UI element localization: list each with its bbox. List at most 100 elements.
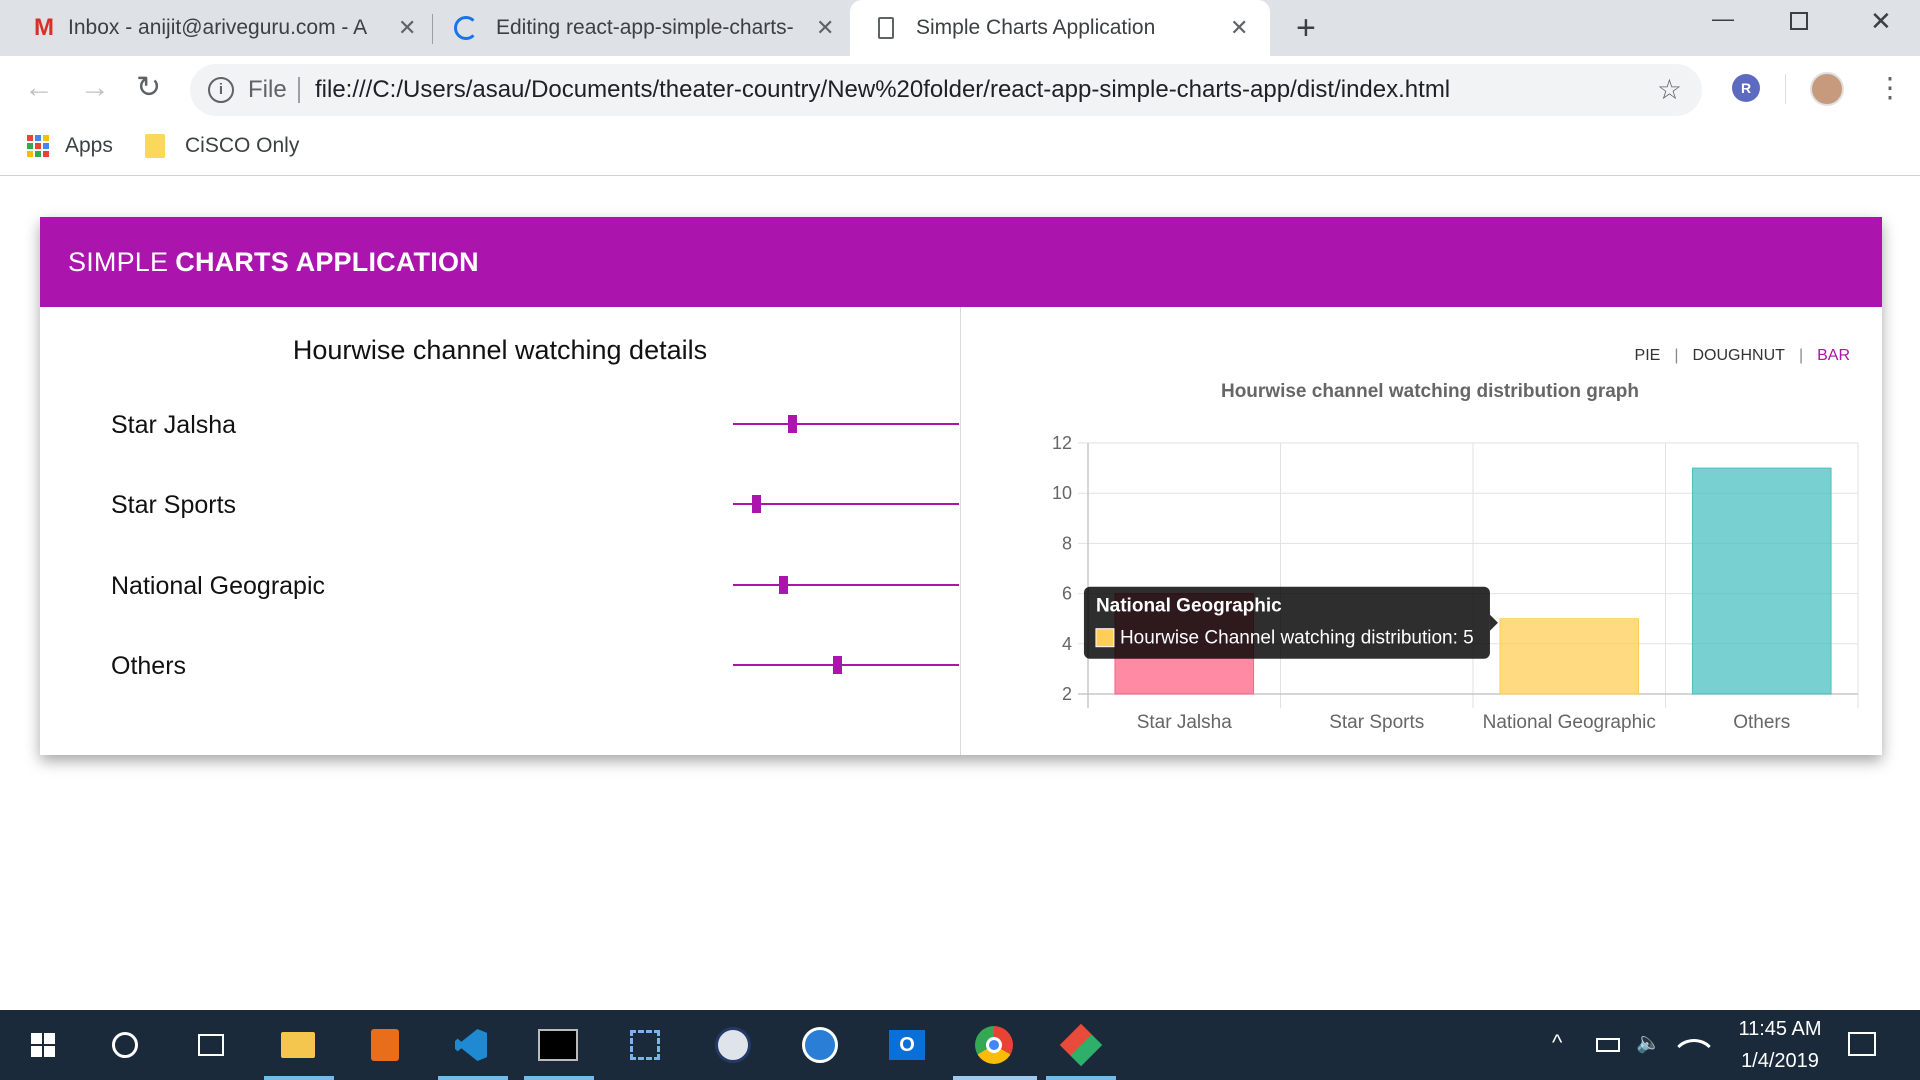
channel-label: Star Sports — [111, 491, 237, 519]
y-tick-label: 6 — [1062, 584, 1072, 604]
windows-start-icon[interactable] — [20, 1022, 66, 1068]
task-view-icon[interactable] — [188, 1022, 234, 1068]
bookmark-label: Apps — [65, 134, 113, 157]
panel-divider — [960, 307, 961, 755]
new-tab-plus-icon[interactable]: + — [1296, 8, 1316, 48]
wifi-icon[interactable] — [1677, 1029, 1711, 1063]
back-icon[interactable]: ← — [24, 70, 54, 106]
header-bold-text: CHARTS APPLICATION — [175, 246, 479, 277]
tab-divider — [432, 14, 433, 44]
file-explorer-icon[interactable] — [275, 1022, 321, 1068]
browser-tab-bar: M Inbox - anijit@ariveguru.com - A ✕ Edi… — [0, 0, 1920, 56]
active-indicator — [524, 1076, 594, 1080]
details-title: Hourwise channel watching details — [292, 335, 708, 365]
bookmarks-bar: Apps CiSCO Only — [0, 124, 1920, 176]
x-tick-label: Star Sports — [1329, 712, 1424, 733]
close-icon[interactable]: ✕ — [816, 15, 834, 41]
lock-icon[interactable] — [710, 1022, 756, 1068]
info-icon[interactable]: i — [208, 77, 234, 103]
volume-icon[interactable]: 🔈 — [1636, 1030, 1661, 1055]
slider-thumb[interactable] — [751, 495, 761, 513]
tab-pie[interactable]: PIE — [1635, 347, 1661, 365]
windows-taskbar: O ^ 🔈 11:45 AM 1/4/2019 — [0, 1010, 1920, 1080]
chart-type-tabs: PIE | DOUGHNUT | BAR — [1635, 347, 1850, 365]
slider-row-national-geographic: National Geograpic — [111, 566, 959, 606]
restore-icon[interactable] — [1790, 12, 1808, 30]
terminal-icon[interactable] — [535, 1022, 581, 1068]
tab-separator: | — [1798, 347, 1804, 364]
bookmark-star-icon[interactable]: ☆ — [1657, 73, 1682, 106]
channel-slider[interactable] — [733, 415, 959, 433]
x-tick-label: National Geographic — [1483, 712, 1656, 733]
menu-dots-icon[interactable]: ⋮ — [1876, 70, 1904, 106]
close-icon[interactable]: ✕ — [398, 15, 416, 41]
extension-icon[interactable]: R — [1732, 74, 1760, 102]
bookmark-label: CiSCO Only — [185, 134, 300, 157]
y-tick-label: 4 — [1062, 634, 1072, 654]
minimize-icon[interactable]: — — [1712, 6, 1734, 32]
slider-thumb[interactable] — [787, 415, 797, 433]
network-icon[interactable] — [622, 1022, 668, 1068]
gmail-icon: M — [34, 14, 54, 41]
bookmark-cisco-only[interactable]: CiSCO Only — [145, 134, 299, 158]
channel-slider[interactable] — [733, 656, 959, 674]
slider-thumb[interactable] — [832, 656, 842, 674]
channel-slider[interactable] — [733, 495, 959, 513]
header-light-text: SIMPLE — [68, 246, 169, 277]
tab-title: Simple Charts Application — [916, 16, 1156, 39]
toolbar-divider — [1785, 74, 1786, 104]
bar — [1499, 618, 1640, 695]
slider-thumb[interactable] — [778, 576, 788, 594]
address-bar[interactable]: i File file:///C:/Users/asau/Documents/t… — [190, 64, 1702, 116]
slider-row-star-sports: Star Sports — [111, 485, 959, 525]
channel-label: Star Jalsha — [111, 411, 237, 439]
outlook-icon[interactable]: O — [884, 1022, 930, 1068]
tab-simple-charts[interactable]: Simple Charts Application ✕ — [850, 0, 1270, 56]
bar — [1691, 467, 1832, 695]
active-indicator — [1046, 1076, 1116, 1080]
url-text[interactable]: file:///C:/Users/asau/Documents/theater-… — [315, 76, 1450, 104]
channel-label: Others — [111, 652, 187, 680]
cortana-icon[interactable] — [102, 1022, 148, 1068]
battery-icon[interactable] — [1596, 1038, 1620, 1052]
x-tick-label: Star Jalsha — [1137, 712, 1232, 733]
y-tick-label: 2 — [1062, 684, 1072, 704]
tooltip-title: National Geographic — [1096, 596, 1282, 617]
clock-date[interactable]: 1/4/2019 — [1720, 1050, 1840, 1073]
profile-avatar[interactable] — [1810, 72, 1844, 106]
forward-icon[interactable]: → — [80, 70, 110, 106]
tab-separator: | — [1674, 347, 1679, 364]
channel-label: National Geograpic — [111, 572, 326, 600]
omnibox-divider — [298, 77, 300, 103]
tab-bar[interactable]: BAR — [1817, 347, 1850, 365]
active-indicator — [438, 1076, 508, 1080]
tray-chevron-icon[interactable]: ^ — [1552, 1030, 1562, 1056]
active-indicator — [264, 1076, 334, 1080]
tab-doughnut[interactable]: DOUGHNUT — [1693, 347, 1785, 365]
browser-toolbar: ← → ↻ i File file:///C:/Users/asau/Docum… — [0, 56, 1920, 124]
vscode-icon[interactable] — [448, 1022, 494, 1068]
channel-slider[interactable] — [733, 576, 959, 594]
messenger-icon[interactable] — [797, 1022, 843, 1068]
y-tick-label: 10 — [1052, 483, 1072, 503]
apps-grid-icon — [27, 135, 49, 157]
git-icon[interactable] — [1058, 1022, 1104, 1068]
clock-time[interactable]: 11:45 AM — [1720, 1018, 1840, 1041]
chrome-icon[interactable] — [971, 1022, 1017, 1068]
chart-title: Hourwise channel watching distribution g… — [1221, 381, 1639, 402]
tooltip-label: Hourwise Channel watching distribution: … — [1120, 628, 1474, 649]
app-card: SIMPLE CHARTS APPLICATION Hourwise chann… — [40, 217, 1882, 755]
reload-icon[interactable]: ↻ — [136, 70, 161, 106]
close-icon[interactable]: ✕ — [1230, 15, 1248, 41]
notifications-icon[interactable] — [1848, 1032, 1876, 1056]
bar-chart: Hourwise channel watching distribution g… — [1052, 381, 1859, 733]
tooltip-swatch — [1095, 628, 1115, 648]
office-icon[interactable] — [362, 1022, 408, 1068]
x-tick-label: Others — [1733, 712, 1790, 733]
bookmark-apps[interactable]: Apps — [27, 134, 113, 158]
page-icon — [878, 17, 894, 39]
tab-editing-react-app[interactable]: Editing react-app-simple-charts- ✕ — [440, 0, 848, 56]
slider-row-star-jalsha: Star Jalsha — [111, 405, 959, 445]
close-window-icon[interactable]: ✕ — [1870, 6, 1892, 37]
tab-gmail-inbox[interactable]: M Inbox - anijit@ariveguru.com - A ✕ — [20, 0, 430, 56]
